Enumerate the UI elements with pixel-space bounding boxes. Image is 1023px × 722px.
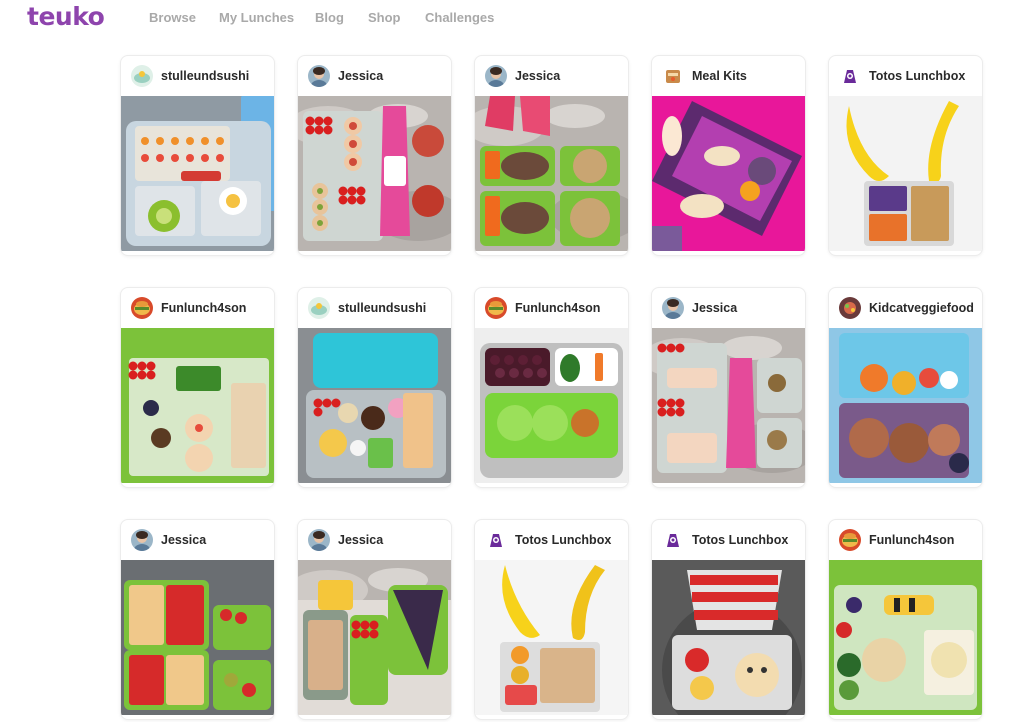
lunch-photo[interactable] <box>829 96 982 251</box>
author-name[interactable]: stulleundsushi <box>161 69 249 83</box>
author-name[interactable]: Totos Lunchbox <box>869 69 965 83</box>
card-header: stulleundsushi <box>298 288 451 328</box>
author-name[interactable]: Totos Lunchbox <box>692 533 788 547</box>
card-header: Jessica <box>475 56 628 96</box>
card-header: Funlunch4son <box>121 288 274 328</box>
lunch-photo[interactable] <box>475 560 628 715</box>
author-name[interactable]: Funlunch4son <box>869 533 954 547</box>
lunch-photo[interactable] <box>829 560 982 715</box>
author-avatar[interactable] <box>839 65 861 87</box>
lunch-photo[interactable] <box>475 328 628 483</box>
author-name[interactable]: Totos Lunchbox <box>515 533 611 547</box>
author-avatar[interactable] <box>308 65 330 87</box>
lunch-photo[interactable] <box>475 96 628 251</box>
lunch-card[interactable]: Kidcatveggiefood <box>828 287 983 488</box>
lunch-photo[interactable] <box>652 96 805 251</box>
card-header: Funlunch4son <box>475 288 628 328</box>
lunch-card[interactable]: Jessica <box>651 287 806 488</box>
author-avatar[interactable] <box>839 297 861 319</box>
lunch-photo[interactable] <box>121 560 274 715</box>
card-header: Totos Lunchbox <box>475 520 628 560</box>
lunch-photo[interactable] <box>298 96 451 251</box>
lunch-card[interactable]: Funlunch4son <box>828 519 983 720</box>
author-name[interactable]: Jessica <box>338 69 383 83</box>
author-avatar[interactable] <box>839 529 861 551</box>
lunch-card[interactable]: stulleundsushi <box>120 55 275 256</box>
author-name[interactable]: Meal Kits <box>692 69 747 83</box>
card-header: Jessica <box>298 56 451 96</box>
card-header: Jessica <box>298 520 451 560</box>
author-name[interactable]: Jessica <box>692 301 737 315</box>
author-avatar[interactable] <box>308 297 330 319</box>
author-avatar[interactable] <box>485 65 507 87</box>
author-name[interactable]: Kidcatveggiefood <box>869 301 974 315</box>
lunch-card[interactable]: Jessica <box>120 519 275 720</box>
author-name[interactable]: Jessica <box>515 69 560 83</box>
lunch-photo[interactable] <box>121 96 274 251</box>
card-header: Totos Lunchbox <box>829 56 982 96</box>
author-avatar[interactable] <box>485 529 507 551</box>
card-header: Kidcatveggiefood <box>829 288 982 328</box>
card-header: Jessica <box>121 520 274 560</box>
author-avatar[interactable] <box>308 529 330 551</box>
lunch-card-grid: stulleundsushi Jessica Jessica Meal Kits… <box>0 0 1023 722</box>
author-avatar[interactable] <box>131 65 153 87</box>
author-name[interactable]: Funlunch4son <box>161 301 246 315</box>
lunch-card[interactable]: Meal Kits <box>651 55 806 256</box>
lunch-card[interactable]: Funlunch4son <box>474 287 629 488</box>
author-name[interactable]: Funlunch4son <box>515 301 600 315</box>
lunch-photo[interactable] <box>121 328 274 483</box>
card-header: stulleundsushi <box>121 56 274 96</box>
author-avatar[interactable] <box>662 65 684 87</box>
author-avatar[interactable] <box>131 297 153 319</box>
lunch-photo[interactable] <box>652 328 805 483</box>
lunch-card[interactable]: Totos Lunchbox <box>828 55 983 256</box>
lunch-card[interactable]: stulleundsushi <box>297 287 452 488</box>
lunch-card[interactable]: Jessica <box>474 55 629 256</box>
author-name[interactable]: Jessica <box>338 533 383 547</box>
author-avatar[interactable] <box>485 297 507 319</box>
lunch-photo[interactable] <box>829 328 982 483</box>
lunch-card[interactable]: Totos Lunchbox <box>474 519 629 720</box>
lunch-card[interactable]: Jessica <box>297 519 452 720</box>
author-name[interactable]: stulleundsushi <box>338 301 426 315</box>
card-header: Totos Lunchbox <box>652 520 805 560</box>
author-avatar[interactable] <box>131 529 153 551</box>
card-header: Meal Kits <box>652 56 805 96</box>
lunch-card[interactable]: Funlunch4son <box>120 287 275 488</box>
author-name[interactable]: Jessica <box>161 533 206 547</box>
card-header: Jessica <box>652 288 805 328</box>
lunch-photo[interactable] <box>298 560 451 715</box>
card-header: Funlunch4son <box>829 520 982 560</box>
author-avatar[interactable] <box>662 529 684 551</box>
author-avatar[interactable] <box>662 297 684 319</box>
lunch-card[interactable]: Totos Lunchbox <box>651 519 806 720</box>
lunch-photo[interactable] <box>652 560 805 715</box>
lunch-photo[interactable] <box>298 328 451 483</box>
lunch-card[interactable]: Jessica <box>297 55 452 256</box>
